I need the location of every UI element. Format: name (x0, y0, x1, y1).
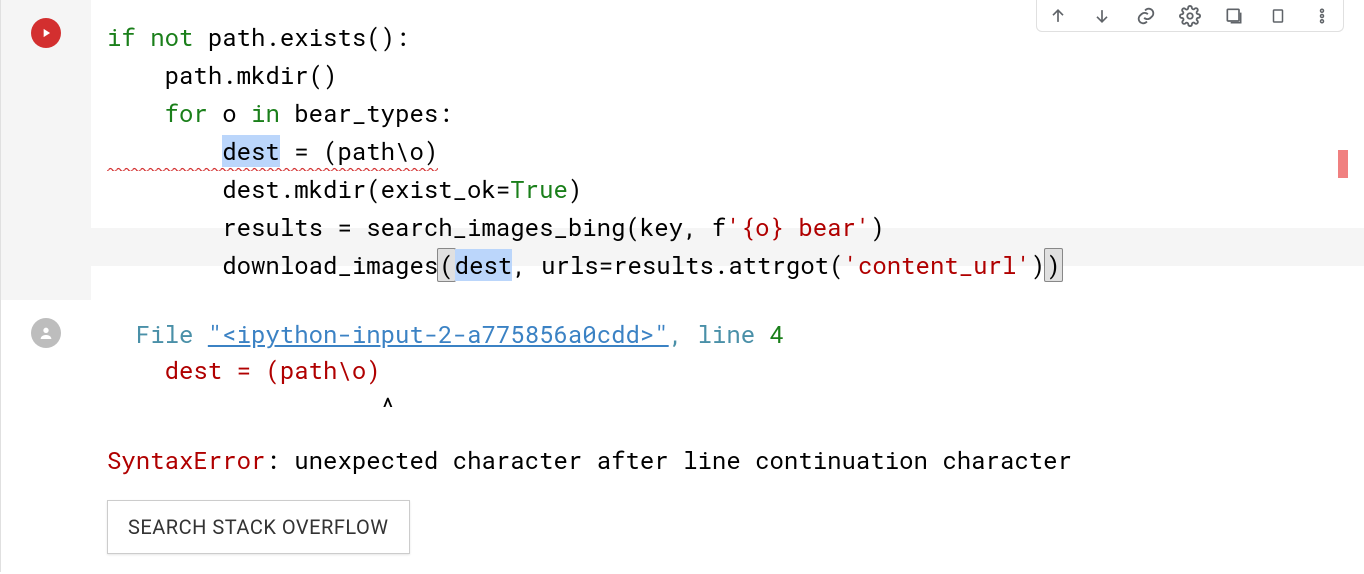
output-area: File "<ipython-input-2-a775856a0cdd>", l… (91, 300, 1364, 572)
traceback-code-line: dest = (path\o) (107, 352, 1364, 388)
traceback-file-line: File "<ipython-input-2-a775856a0cdd>", l… (107, 316, 1364, 352)
run-button[interactable] (31, 18, 61, 48)
code-line: results = search_images_bing(key, f'{o} … (107, 208, 1364, 246)
code-line: if not path.exists(): (107, 18, 1364, 56)
output-indicator-icon (31, 318, 61, 348)
output-cell: File "<ipython-input-2-a775856a0cdd>", l… (0, 300, 1364, 572)
code-editor[interactable]: if not path.exists(): path.mkdir() for o… (91, 0, 1364, 300)
code-line: dest.mkdir(exist_ok=True) (107, 170, 1364, 208)
traceback-file-link[interactable]: "<ipython-input-2-a775856a0cdd>" (208, 318, 669, 350)
error-message: SyntaxError: unexpected character after … (107, 442, 1364, 478)
code-line: download_images(dest, urls=results.attrg… (107, 246, 1364, 284)
code-cell: if not path.exists(): path.mkdir() for o… (0, 0, 1364, 300)
code-line: for o in bear_types: (107, 94, 1364, 132)
cell-gutter (1, 0, 91, 300)
search-stack-overflow-button[interactable]: SEARCH STACK OVERFLOW (107, 500, 410, 554)
code-line: path.mkdir() (107, 56, 1364, 94)
output-gutter (1, 300, 91, 572)
traceback-caret: ^ (107, 388, 1364, 424)
code-line: dest = (path\o) (107, 132, 1364, 170)
